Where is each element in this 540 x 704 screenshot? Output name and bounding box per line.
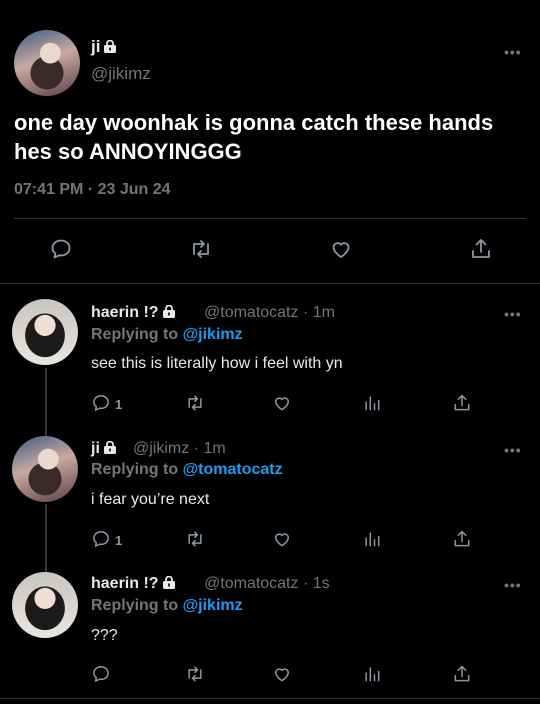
divider	[14, 218, 526, 219]
divider	[0, 283, 540, 284]
main-display-name[interactable]: ji	[91, 37, 117, 57]
lock-icon	[162, 305, 175, 318]
retweet-icon[interactable]	[185, 529, 205, 549]
reply-icon[interactable]	[91, 529, 111, 549]
reply-text: see this is literally how i feel with yn	[91, 355, 343, 372]
reply-handle[interactable]: @jikimz · 1m	[133, 440, 226, 458]
display-name-text: haerin !?	[91, 304, 159, 321]
more-options-icon[interactable]: •••	[504, 44, 522, 60]
display-name-text: ji	[91, 440, 100, 457]
main-handle[interactable]: @jikimz	[91, 64, 151, 84]
retweet-icon[interactable]	[185, 393, 205, 413]
avatar[interactable]	[12, 572, 78, 638]
reply-display-name[interactable]: haerin !?	[91, 575, 176, 593]
divider	[0, 698, 540, 699]
reply-icon[interactable]	[49, 237, 73, 261]
reply-display-name[interactable]: ji	[91, 440, 117, 458]
more-options-icon[interactable]: •••	[504, 442, 522, 458]
replying-to-handle[interactable]: @jikimz	[183, 326, 243, 343]
like-icon[interactable]	[272, 529, 292, 549]
main-tweet: ji @jikimz ••• one day woonhak is gonna …	[0, 0, 540, 283]
retweet-icon[interactable]	[185, 664, 205, 684]
share-icon[interactable]	[469, 237, 493, 261]
reply-count: 1	[115, 397, 123, 412]
lock-icon	[162, 576, 175, 589]
replying-prefix: Replying to	[91, 597, 179, 614]
reply-icon[interactable]	[91, 664, 111, 684]
avatar[interactable]	[12, 436, 78, 502]
replying-prefix: Replying to	[91, 461, 179, 478]
analytics-icon[interactable]	[362, 529, 382, 549]
reply-icon[interactable]	[91, 393, 111, 413]
avatar[interactable]	[14, 30, 80, 96]
like-icon[interactable]	[272, 393, 292, 413]
retweet-icon[interactable]	[189, 237, 213, 261]
more-options-icon[interactable]: •••	[504, 577, 522, 593]
tweet-timestamp[interactable]: 07:41 PM · 23 Jun 24	[14, 181, 171, 199]
tweet-text: one day woonhak is gonna catch these han…	[14, 110, 494, 164]
reply-count: 1	[115, 533, 123, 548]
thread-line	[45, 504, 47, 572]
replying-to: Replying to @tomatocatz	[91, 461, 283, 479]
more-options-icon[interactable]: •••	[504, 306, 522, 322]
reply-text: ???	[91, 627, 118, 644]
lock-icon	[104, 40, 117, 53]
replying-to: Replying to @jikimz	[91, 326, 243, 344]
display-name-text: ji	[91, 37, 101, 56]
like-icon[interactable]	[329, 237, 353, 261]
share-icon[interactable]	[452, 393, 472, 413]
share-icon[interactable]	[452, 529, 472, 549]
like-icon[interactable]	[272, 664, 292, 684]
lock-icon	[103, 441, 116, 454]
share-icon[interactable]	[452, 664, 472, 684]
replying-prefix: Replying to	[91, 326, 179, 343]
reply-handle[interactable]: @tomatocatz · 1s	[204, 575, 330, 593]
thread-line	[45, 368, 47, 436]
display-name-text: haerin !?	[91, 575, 159, 592]
reply-text: i fear you’re next	[91, 491, 210, 508]
reply-handle[interactable]: @tomatocatz · 1m	[204, 304, 335, 322]
avatar[interactable]	[12, 299, 78, 365]
analytics-icon[interactable]	[362, 664, 382, 684]
replying-to: Replying to @jikimz	[91, 597, 243, 615]
replying-to-handle[interactable]: @tomatocatz	[183, 461, 283, 478]
replying-to-handle[interactable]: @jikimz	[183, 597, 243, 614]
reply-display-name[interactable]: haerin !?	[91, 304, 176, 322]
analytics-icon[interactable]	[362, 393, 382, 413]
